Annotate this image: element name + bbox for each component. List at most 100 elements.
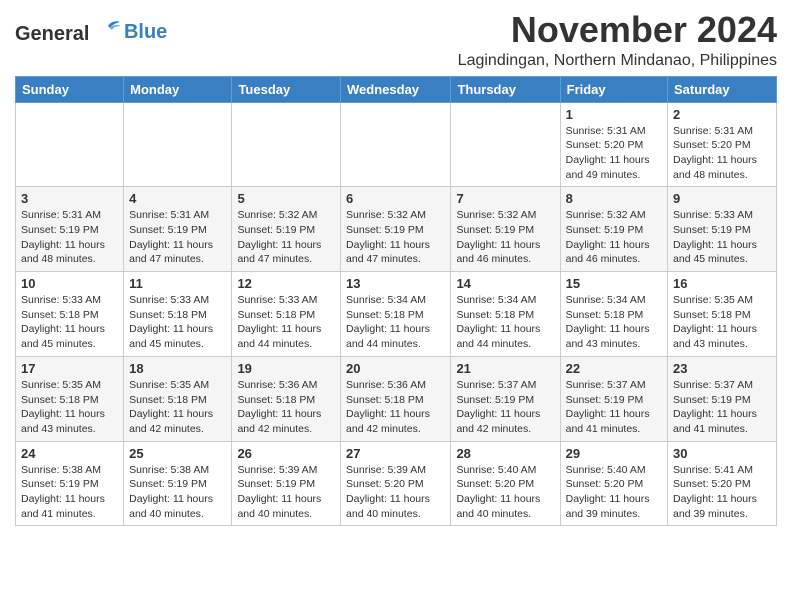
weekday-header-thursday: Thursday [451,76,560,102]
weekday-header-wednesday: Wednesday [341,76,451,102]
weekday-header-sunday: Sunday [16,76,124,102]
day-number: 28 [456,446,554,461]
day-info: Sunrise: 5:33 AM Sunset: 5:19 PM Dayligh… [673,208,771,267]
logo-blue: Blue [124,21,167,44]
day-number: 15 [566,276,662,291]
day-number: 18 [129,361,226,376]
day-info: Sunrise: 5:33 AM Sunset: 5:18 PM Dayligh… [21,293,118,352]
day-number: 22 [566,361,662,376]
day-info: Sunrise: 5:32 AM Sunset: 5:19 PM Dayligh… [237,208,335,267]
day-number: 6 [346,191,445,206]
day-info: Sunrise: 5:37 AM Sunset: 5:19 PM Dayligh… [566,378,662,437]
day-info: Sunrise: 5:36 AM Sunset: 5:18 PM Dayligh… [346,378,445,437]
day-info: Sunrise: 5:37 AM Sunset: 5:19 PM Dayligh… [456,378,554,437]
title-area: November 2024 Lagindingan, Northern Mind… [458,10,777,70]
calendar-day-cell: 11 Sunrise: 5:33 AM Sunset: 5:18 PM Dayli… [124,272,232,357]
day-info: Sunrise: 5:32 AM Sunset: 5:19 PM Dayligh… [456,208,554,267]
day-number: 16 [673,276,771,291]
weekday-header-monday: Monday [124,76,232,102]
weekday-header-row: SundayMondayTuesdayWednesdayThursdayFrid… [16,76,777,102]
calendar-week-row: 24 Sunrise: 5:38 AM Sunset: 5:19 PM Dayli… [16,441,777,526]
calendar-day-cell: 8Sunrise: 5:32 AM Sunset: 5:19 PM Daylig… [560,187,667,272]
day-number: 17 [21,361,118,376]
calendar-day-cell: 7 Sunrise: 5:32 AM Sunset: 5:19 PM Daylig… [451,187,560,272]
day-number: 9 [673,191,771,206]
day-info: Sunrise: 5:34 AM Sunset: 5:18 PM Dayligh… [566,293,662,352]
day-info: Sunrise: 5:39 AM Sunset: 5:20 PM Dayligh… [346,463,445,522]
day-number: 11 [129,276,226,291]
day-number: 25 [129,446,226,461]
day-info: Sunrise: 5:31 AM Sunset: 5:20 PM Dayligh… [673,124,771,183]
day-number: 30 [673,446,771,461]
calendar-day-cell: 25 Sunrise: 5:38 AM Sunset: 5:19 PM Dayli… [124,441,232,526]
page-header: General Blue November 2024 Lagindingan, … [15,10,777,70]
calendar-day-cell [341,102,451,187]
day-number: 1 [566,107,662,122]
calendar-day-cell: 14 Sunrise: 5:34 AM Sunset: 5:18 PM Dayli… [451,272,560,357]
logo: General Blue [15,18,167,46]
day-number: 21 [456,361,554,376]
calendar-day-cell: 20 Sunrise: 5:36 AM Sunset: 5:18 PM Dayli… [341,356,451,441]
day-number: 13 [346,276,445,291]
logo-bird-icon [94,18,122,40]
calendar-day-cell: 24 Sunrise: 5:38 AM Sunset: 5:19 PM Dayli… [16,441,124,526]
day-info: Sunrise: 5:31 AM Sunset: 5:19 PM Dayligh… [129,208,226,267]
day-number: 4 [129,191,226,206]
calendar-day-cell [16,102,124,187]
calendar-day-cell: 28 Sunrise: 5:40 AM Sunset: 5:20 PM Dayli… [451,441,560,526]
day-info: Sunrise: 5:33 AM Sunset: 5:18 PM Dayligh… [237,293,335,352]
calendar-week-row: 10Sunrise: 5:33 AM Sunset: 5:18 PM Dayli… [16,272,777,357]
calendar-day-cell: 6 Sunrise: 5:32 AM Sunset: 5:19 PM Daylig… [341,187,451,272]
weekday-header-tuesday: Tuesday [232,76,341,102]
day-number: 3 [21,191,118,206]
day-info: Sunrise: 5:40 AM Sunset: 5:20 PM Dayligh… [456,463,554,522]
day-number: 7 [456,191,554,206]
day-info: Sunrise: 5:41 AM Sunset: 5:20 PM Dayligh… [673,463,771,522]
calendar-week-row: 17 Sunrise: 5:35 AM Sunset: 5:18 PM Dayli… [16,356,777,441]
day-info: Sunrise: 5:39 AM Sunset: 5:19 PM Dayligh… [237,463,335,522]
calendar-day-cell: 26 Sunrise: 5:39 AM Sunset: 5:19 PM Dayli… [232,441,341,526]
calendar-day-cell: 3 Sunrise: 5:31 AM Sunset: 5:19 PM Daylig… [16,187,124,272]
day-info: Sunrise: 5:36 AM Sunset: 5:18 PM Dayligh… [237,378,335,437]
day-info: Sunrise: 5:38 AM Sunset: 5:19 PM Dayligh… [129,463,226,522]
day-info: Sunrise: 5:32 AM Sunset: 5:19 PM Dayligh… [346,208,445,267]
calendar-day-cell: 12Sunrise: 5:33 AM Sunset: 5:18 PM Dayli… [232,272,341,357]
calendar-day-cell: 19 Sunrise: 5:36 AM Sunset: 5:18 PM Dayli… [232,356,341,441]
calendar-day-cell [232,102,341,187]
day-number: 5 [237,191,335,206]
day-info: Sunrise: 5:31 AM Sunset: 5:19 PM Dayligh… [21,208,118,267]
day-info: Sunrise: 5:33 AM Sunset: 5:18 PM Dayligh… [129,293,226,352]
day-number: 27 [346,446,445,461]
month-title: November 2024 [458,10,777,50]
day-info: Sunrise: 5:35 AM Sunset: 5:18 PM Dayligh… [21,378,118,437]
day-number: 24 [21,446,118,461]
day-info: Sunrise: 5:37 AM Sunset: 5:19 PM Dayligh… [673,378,771,437]
calendar-day-cell [451,102,560,187]
calendar-week-row: 3 Sunrise: 5:31 AM Sunset: 5:19 PM Daylig… [16,187,777,272]
calendar-day-cell: 1Sunrise: 5:31 AM Sunset: 5:20 PM Daylig… [560,102,667,187]
weekday-header-saturday: Saturday [668,76,777,102]
calendar-day-cell: 18Sunrise: 5:35 AM Sunset: 5:18 PM Dayli… [124,356,232,441]
calendar-week-row: 1 Sunrise: 5:31 AM Sunset: 5:20 PM Daylig… [16,102,777,187]
day-number: 23 [673,361,771,376]
calendar-day-cell: 22 Sunrise: 5:37 AM Sunset: 5:19 PM Dayli… [560,356,667,441]
day-number: 19 [237,361,335,376]
calendar-table: SundayMondayTuesdayWednesdayThursdayFrid… [15,76,777,527]
calendar-day-cell: 9 Sunrise: 5:33 AM Sunset: 5:19 PM Daylig… [668,187,777,272]
day-info: Sunrise: 5:38 AM Sunset: 5:19 PM Dayligh… [21,463,118,522]
day-number: 8 [566,191,662,206]
calendar-day-cell: 16 Sunrise: 5:35 AM Sunset: 5:18 PM Dayli… [668,272,777,357]
calendar-day-cell: 10Sunrise: 5:33 AM Sunset: 5:18 PM Dayli… [16,272,124,357]
calendar-day-cell: 5 Sunrise: 5:32 AM Sunset: 5:19 PM Daylig… [232,187,341,272]
day-info: Sunrise: 5:35 AM Sunset: 5:18 PM Dayligh… [673,293,771,352]
day-number: 2 [673,107,771,122]
day-number: 26 [237,446,335,461]
calendar-day-cell: 2 Sunrise: 5:31 AM Sunset: 5:20 PM Daylig… [668,102,777,187]
day-number: 20 [346,361,445,376]
day-info: Sunrise: 5:34 AM Sunset: 5:18 PM Dayligh… [346,293,445,352]
calendar-day-cell: 15 Sunrise: 5:34 AM Sunset: 5:18 PM Dayli… [560,272,667,357]
logo-general: General [15,23,89,45]
day-info: Sunrise: 5:34 AM Sunset: 5:18 PM Dayligh… [456,293,554,352]
day-number: 14 [456,276,554,291]
calendar-day-cell: 17 Sunrise: 5:35 AM Sunset: 5:18 PM Dayli… [16,356,124,441]
